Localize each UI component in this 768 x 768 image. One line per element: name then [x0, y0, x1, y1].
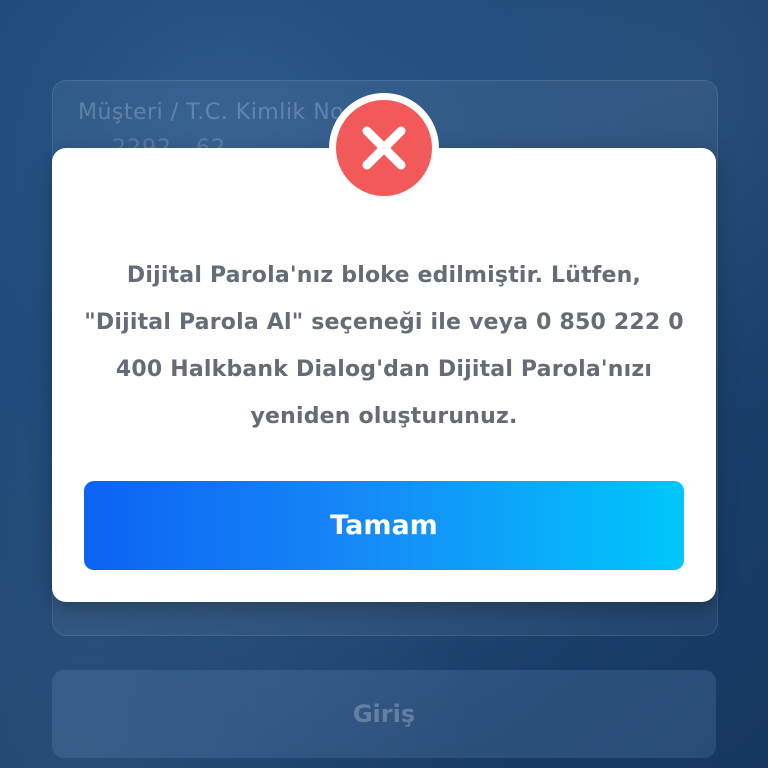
error-message-line: 400 Halkbank Dialog'dan Dijital Parola'n… [115, 357, 653, 382]
error-badge [329, 93, 439, 203]
customer-id-label: Müşteri / T.C. Kimlik No [78, 100, 345, 125]
error-message-line: "Dijital Parola Al" seçeneği ile veya 0 … [84, 310, 684, 335]
close-x-icon [362, 126, 406, 170]
login-button: Giriş [52, 670, 716, 758]
error-message-line: yeniden oluşturunuz. [250, 404, 518, 429]
app-screen: Müşteri / T.C. Kimlik No 2292...62 Giriş… [0, 0, 768, 768]
ok-button[interactable]: Tamam [84, 481, 684, 570]
error-circle [336, 100, 432, 196]
error-message: Dijital Parola'nız bloke edilmiştir. Lüt… [52, 252, 716, 440]
error-message-line: Dijital Parola'nız bloke edilmiştir. Lüt… [126, 263, 642, 288]
